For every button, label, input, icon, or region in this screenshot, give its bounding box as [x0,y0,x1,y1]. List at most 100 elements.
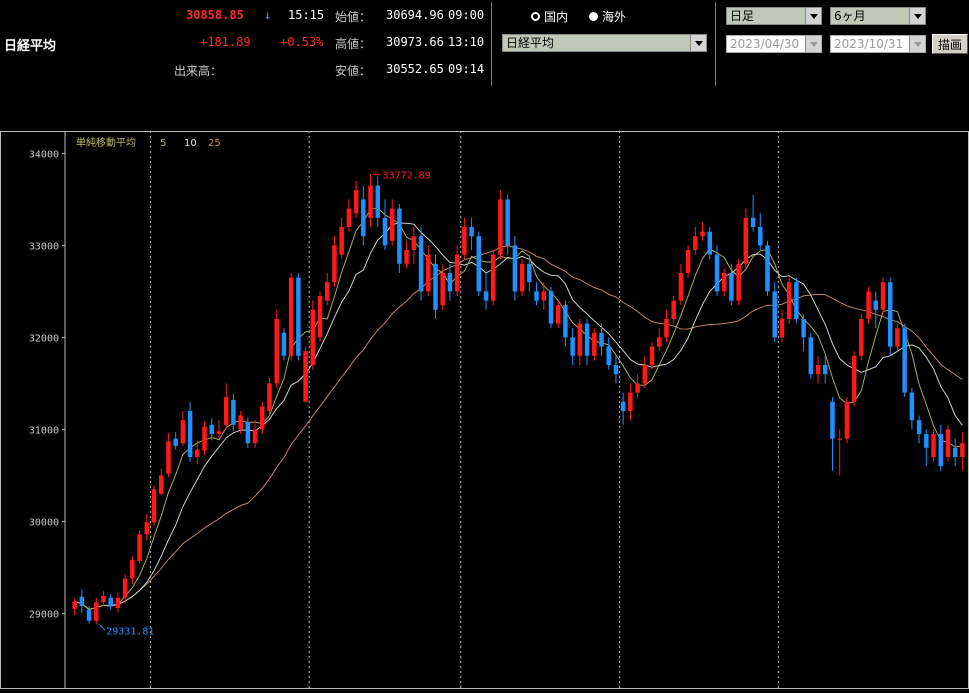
chart-border [0,131,969,689]
candle-body [202,426,207,451]
candle-body [209,424,214,434]
candle-body [267,383,272,411]
header-divider [491,2,492,86]
candle-body [86,609,92,621]
candle-body [173,438,178,446]
candle-body [721,273,727,292]
index-select[interactable]: 日経平均 [502,34,707,52]
candle-body [108,597,113,607]
candle-body [361,199,366,237]
candle-body [685,250,691,273]
current-price: 30858.85 [186,8,244,22]
legend-period-10: 10 [184,138,197,149]
candle-body [743,217,749,264]
candle-body [288,277,294,356]
candle-body [151,489,157,523]
candle-body [519,263,525,292]
candle-body [231,399,236,425]
legend-label: 単純移動平均 [76,136,136,149]
candle-body [916,420,922,434]
low-annotation: 29331.81 [106,626,154,637]
chevron-down-icon [805,8,821,24]
price-change: +181.89 [200,35,251,49]
candle-body [324,282,330,301]
candle-body [137,534,142,561]
candle-body [952,447,958,457]
candle-body [794,282,799,319]
candle-body [426,254,431,292]
candle-body [101,595,106,603]
candle-body [664,319,669,338]
candle-body [563,305,568,338]
candle-body [491,254,496,301]
candle-body [570,337,575,356]
candle-body [635,383,640,393]
candle-body [823,365,828,375]
candle-body [397,208,402,264]
legend-period-25: 25 [208,138,221,149]
candle-body [483,291,489,301]
candle-body [909,392,915,421]
candle-body [368,185,373,218]
interval-select[interactable]: 日足 [726,7,822,25]
ma10-line [74,222,963,610]
interval-select-value: 日足 [730,9,755,23]
candle-body [844,401,850,439]
index-name: 日経平均 [4,39,57,54]
candle-body [541,291,546,301]
draw-button[interactable]: 描画 [932,34,968,54]
radio-domestic[interactable]: 国内 [531,8,568,25]
candle-body [382,217,388,246]
candle-body [866,291,871,319]
range-select-value: 6ヶ月 [834,9,866,23]
candle-body [130,560,135,579]
y-tick-label: 31000 [29,425,59,436]
candle-body [238,415,243,430]
candle-body [584,323,590,356]
candle-body [317,296,323,338]
candle-body [332,245,337,283]
high-label: 高値： [335,37,372,51]
radio-overseas[interactable]: 海外 [589,8,626,25]
candle-body [411,236,417,250]
candle-body [166,441,171,474]
candle-body [642,365,648,384]
start-date-value: 2023/04/30 [730,37,800,51]
start-date-select[interactable]: 2023/04/30 [726,35,822,53]
candle-body [678,273,684,301]
ma5-line [74,207,963,610]
y-tick-label: 32000 [29,333,59,344]
candle-body [512,245,518,292]
candle-body [657,337,662,347]
candle-body [245,422,251,444]
end-date-select[interactable]: 2023/10/31 [830,35,926,53]
candle-body [195,449,200,457]
candle-body [577,323,583,356]
open-label: 始値： [335,10,372,24]
candle-body [447,273,453,292]
high-time: 13:10 [448,35,485,49]
header-divider [715,2,716,86]
candle-body [880,282,886,310]
candle-body [79,596,85,607]
candle-body [498,199,503,255]
candle-body [671,300,676,319]
candle-body [260,406,265,430]
candle-body [223,397,229,425]
low-value: 30552.65 [386,62,444,76]
candle-body [830,401,835,439]
y-tick-label: 33000 [29,241,59,252]
price-arrow-icon: ↓ [264,8,272,22]
range-select[interactable]: 6ヶ月 [830,7,926,25]
candle-body [707,231,713,255]
open-value: 30694.96 [386,8,444,22]
candle-body [628,392,633,411]
candle-body [353,190,359,214]
candle-body [462,227,467,255]
end-date-value: 2023/10/31 [834,37,904,51]
candle-body [180,420,186,444]
candle-body [786,282,792,319]
candle-body [216,431,222,434]
candle-body [346,208,352,227]
y-tick-label: 34000 [29,149,59,160]
